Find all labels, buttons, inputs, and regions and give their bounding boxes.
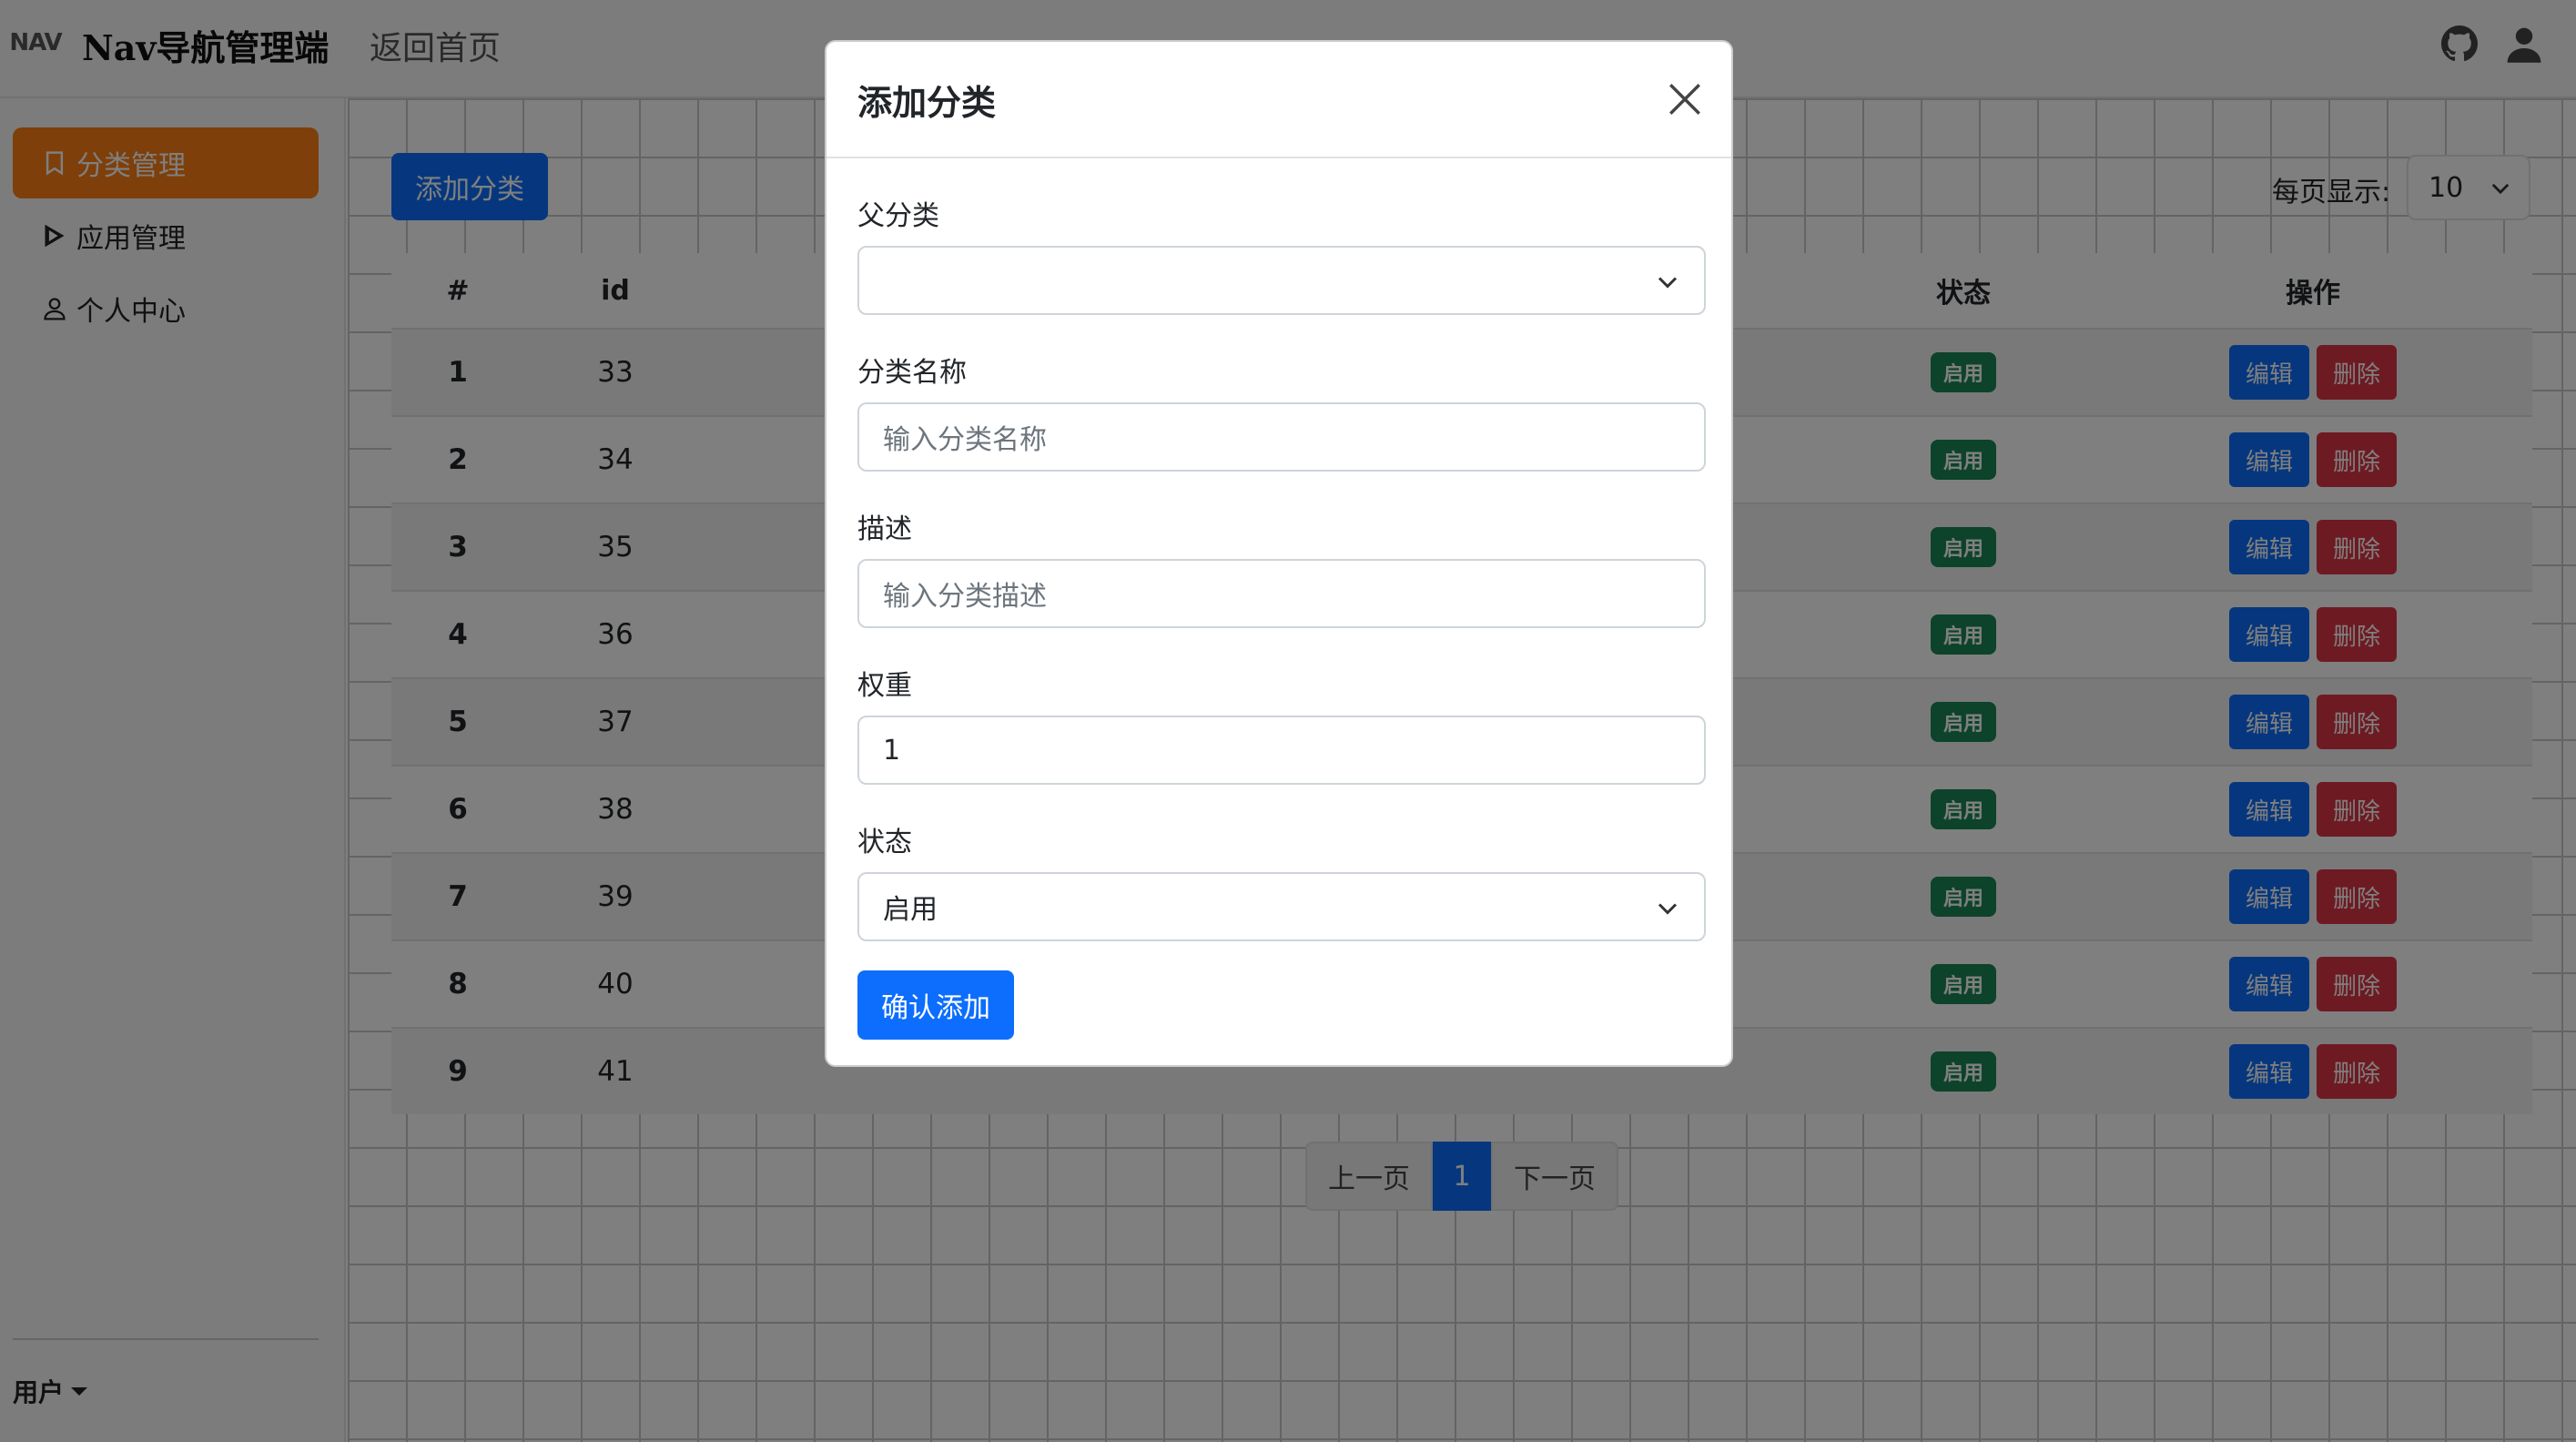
weight-input[interactable]: 1 <box>857 716 1706 785</box>
chevron-down-icon <box>1658 903 1678 915</box>
weight-label: 权重 <box>857 670 912 702</box>
description-label: 描述 <box>857 513 912 545</box>
status-label: 状态 <box>857 827 912 858</box>
close-icon[interactable] <box>1666 80 1704 118</box>
status-select-value: 启用 <box>883 894 938 926</box>
category-name-label: 分类名称 <box>857 357 967 389</box>
parent-category-label: 父分类 <box>857 200 939 232</box>
confirm-add-button[interactable]: 确认添加 <box>857 970 1014 1040</box>
status-select[interactable]: 启用 <box>857 872 1706 941</box>
parent-category-select[interactable] <box>857 246 1706 315</box>
chevron-down-icon <box>1658 277 1678 289</box>
description-input[interactable]: 输入分类描述 <box>857 559 1706 628</box>
category-name-input[interactable]: 输入分类名称 <box>857 402 1706 472</box>
modal-header: 添加分类 <box>827 42 1731 158</box>
modal-title: 添加分类 <box>857 82 997 123</box>
add-category-modal: 添加分类 父分类 分类名称 输入分类名称 描述 输入分类描述 权重 1 状态 启… <box>825 40 1733 1067</box>
